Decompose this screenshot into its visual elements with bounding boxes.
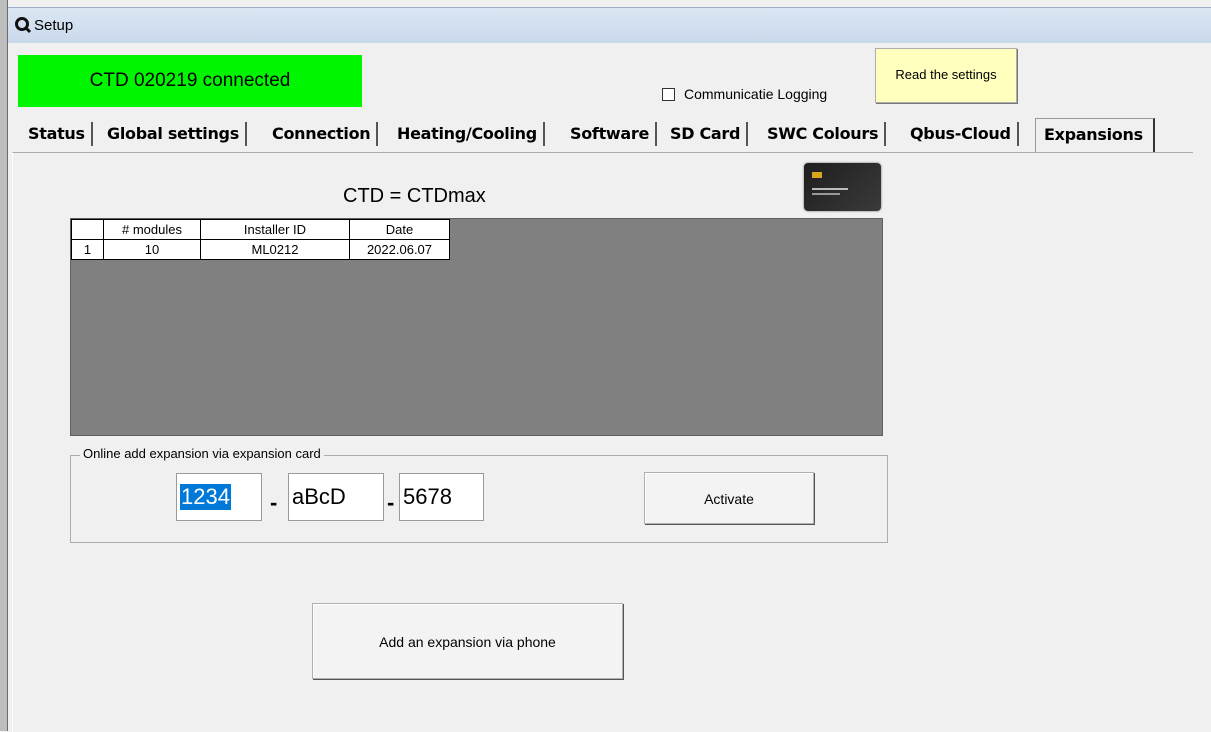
expansion-code-part1-input[interactable]: 1234 [176, 473, 262, 521]
tab-status[interactable]: Status [28, 122, 93, 146]
cell-installer-id[interactable]: ML0212 [200, 239, 350, 260]
tab-global-settings[interactable]: Global settings [107, 122, 247, 146]
read-settings-button[interactable]: Read the settings [875, 48, 1017, 103]
add-expansion-via-phone-button[interactable]: Add an expansion via phone [312, 603, 623, 679]
title-bar: Setup [8, 7, 1211, 43]
connection-status-banner: CTD 020219 connected [18, 55, 362, 107]
tab-sd-card[interactable]: SD Card [670, 122, 749, 146]
row-number: 1 [71, 239, 104, 260]
online-expansion-group-label: Online add expansion via expansion card [80, 446, 324, 461]
communication-logging-label[interactable]: Communicatie Logging [684, 86, 827, 102]
expansion-code-part3-input[interactable]: 5678 [399, 473, 484, 521]
expansions-table: # modules Installer ID Date 1 10 ML0212 … [71, 219, 450, 260]
qbus-q-icon [15, 17, 32, 34]
card-text-line [812, 188, 848, 190]
tab-bar: Status Global settings Connection Heatin… [20, 118, 1211, 154]
window-title: Setup [34, 17, 74, 34]
table-header-row: # modules Installer ID Date [71, 219, 450, 240]
code-separator: - [270, 490, 278, 515]
card-chip-icon [812, 172, 822, 178]
cell-modules[interactable]: 10 [103, 239, 201, 260]
table-row[interactable]: 1 10 ML0212 2022.06.07 [71, 239, 450, 260]
cell-date[interactable]: 2022.06.07 [349, 239, 450, 260]
column-header-date[interactable]: Date [349, 219, 450, 240]
row-header-corner [71, 219, 104, 240]
expansion-card-image [804, 163, 881, 211]
card-text-line [812, 193, 840, 195]
expansions-title: CTD = CTDmax [343, 185, 486, 207]
activate-button[interactable]: Activate [644, 472, 814, 524]
column-header-modules[interactable]: # modules [103, 219, 201, 240]
tab-qbus-cloud[interactable]: Qbus-Cloud [910, 122, 1019, 146]
tab-expansions[interactable]: Expansions [1035, 118, 1155, 153]
expansions-grid[interactable]: # modules Installer ID Date 1 10 ML0212 … [70, 218, 883, 436]
window-left-border [0, 0, 8, 731]
communication-logging-checkbox[interactable] [662, 88, 675, 101]
tab-heating-cooling[interactable]: Heating/Cooling [397, 122, 545, 146]
expansion-code-part2-input[interactable]: aBcD [288, 473, 384, 521]
tab-connection[interactable]: Connection [272, 122, 379, 146]
tab-software[interactable]: Software [570, 122, 658, 146]
code-separator: - [387, 490, 395, 515]
column-header-installer-id[interactable]: Installer ID [200, 219, 350, 240]
tab-swc-colours[interactable]: SWC Colours [767, 122, 887, 146]
